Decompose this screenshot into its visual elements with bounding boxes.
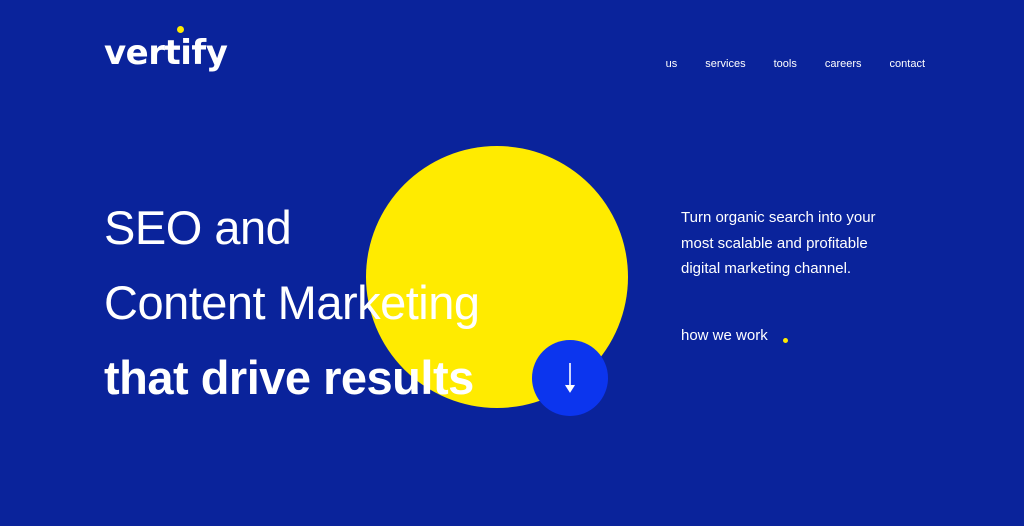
headline-line-2: Content Marketing bbox=[104, 276, 480, 329]
scroll-down-button[interactable] bbox=[532, 340, 608, 416]
logo-accent-dot bbox=[177, 26, 184, 33]
nav-item-contact[interactable]: contact bbox=[890, 57, 925, 71]
nav-item-us[interactable]: us bbox=[666, 57, 678, 71]
hero-tagline: Turn organic search into your most scala… bbox=[681, 209, 876, 277]
headline-line-3: that drive results bbox=[104, 351, 474, 404]
hero-headline: SEO and Content Marketing that drive res… bbox=[104, 190, 480, 415]
how-we-work-link[interactable]: how we work bbox=[681, 326, 768, 346]
arrow-down-icon bbox=[565, 363, 575, 393]
headline-line-1: SEO and bbox=[104, 201, 292, 254]
vertify-logo[interactable]: vertify bbox=[104, 36, 228, 70]
nav-item-tools[interactable]: tools bbox=[774, 57, 797, 71]
link-accent-dot bbox=[783, 338, 788, 343]
nav-item-careers[interactable]: careers bbox=[825, 57, 862, 71]
main-nav: us services tools careers contact bbox=[666, 57, 925, 71]
nav-item-services[interactable]: services bbox=[705, 57, 745, 71]
